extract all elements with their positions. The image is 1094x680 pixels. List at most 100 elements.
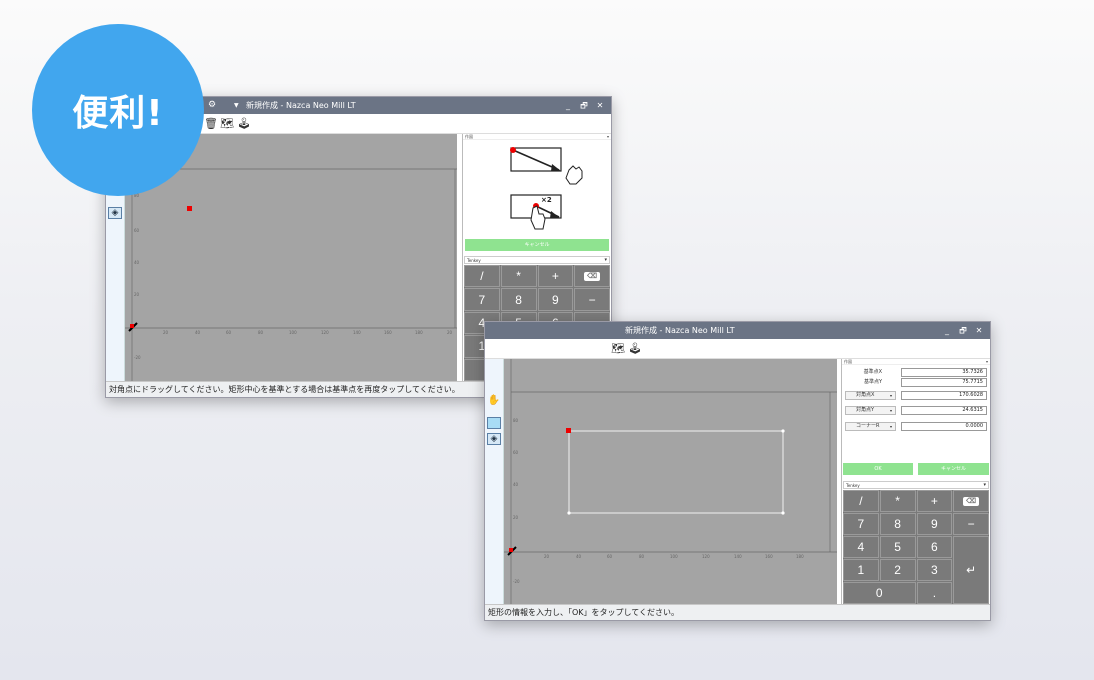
joystick-icon[interactable]: 🕹 — [628, 342, 642, 356]
key-3[interactable]: 3 — [916, 559, 953, 581]
drawn-rectangle[interactable] — [568, 430, 784, 514]
key-backspace[interactable]: ⌫ — [574, 265, 610, 288]
tick-label: 160 — [765, 554, 773, 559]
chevron-down-icon: ▾ — [983, 482, 986, 488]
hand-icon[interactable]: ✋ — [487, 396, 501, 408]
select-tool-icon[interactable] — [487, 417, 501, 429]
key-divide[interactable]: / — [464, 265, 500, 288]
diagonal-y-input[interactable]: 24.6315 — [901, 406, 987, 415]
key-9[interactable]: 9 — [916, 513, 953, 535]
diagonal-x-input[interactable]: 170.6028 — [901, 391, 987, 400]
field-label: 基準点X — [863, 369, 882, 375]
key-divide[interactable]: / — [843, 490, 879, 512]
key-plus[interactable]: + — [916, 490, 953, 512]
corner-r-mode-button[interactable]: コーナーR ▾ — [845, 422, 896, 431]
tick-label: 20 — [513, 515, 519, 520]
field-diagonal-y: 対角点Y ▾ 24.6315 — [842, 406, 990, 415]
diagonal-y-mode-button[interactable]: 対角点Y ▾ — [845, 406, 896, 415]
map-icon[interactable]: 🗺 — [611, 342, 625, 356]
field-corner-r: コーナーR ▾ 0.0000 — [842, 422, 990, 431]
key-enter[interactable]: ↵ — [953, 536, 989, 604]
key-minus[interactable]: − — [953, 513, 989, 535]
base-point[interactable] — [187, 206, 192, 211]
restore-button[interactable]: 🗗 — [958, 322, 968, 339]
rotate-tool-icon[interactable]: ◈ — [487, 433, 501, 445]
chevron-down-icon: ▾ — [889, 408, 892, 413]
base-x-input[interactable]: 35.7326 — [901, 368, 987, 377]
key-5[interactable]: 5 — [879, 536, 916, 558]
tick-label: 160 — [384, 330, 392, 335]
corner-point[interactable] — [781, 511, 785, 515]
tick-label: 180 — [415, 330, 423, 335]
key-2[interactable]: 2 — [879, 559, 916, 581]
field-label: 基準点Y — [863, 379, 882, 385]
input-mode-value: Tenkey — [846, 483, 860, 488]
panel-title: 作図 — [844, 359, 852, 364]
window-titlebar[interactable]: 新規作成 - Nazca Neo Mill LT _ 🗗 ✕ — [485, 322, 990, 339]
gear-icon[interactable]: ⚙ — [208, 97, 216, 114]
ok-button[interactable]: OK — [843, 463, 913, 475]
backspace-icon: ⌫ — [963, 496, 980, 506]
rectangle-input-panel: 作図 ▾ 基準点X 35.7326 基準点Y 75.7715 対角点X ▾ 17… — [841, 359, 990, 604]
corner-r-input[interactable]: 0.0000 — [901, 422, 987, 431]
close-button[interactable]: ✕ — [595, 97, 605, 114]
close-button[interactable]: ✕ — [974, 322, 984, 339]
app-window-input: 新規作成 - Nazca Neo Mill LT _ 🗗 ✕ 🗺 🕹 ✋ ◈ 8… — [484, 321, 991, 621]
minimize-button[interactable]: _ — [942, 322, 952, 339]
tick-label: 80 — [258, 330, 264, 335]
field-label: 対角点X — [856, 392, 875, 398]
tick-label: 140 — [734, 554, 742, 559]
backspace-icon: ⌫ — [584, 271, 601, 281]
cancel-button[interactable]: キャンセル — [918, 463, 989, 475]
key-multiply[interactable]: * — [500, 265, 537, 288]
key-1[interactable]: 1 — [843, 559, 879, 581]
key-7[interactable]: 7 — [464, 288, 500, 311]
key-4[interactable]: 4 — [843, 536, 879, 558]
restore-button[interactable]: 🗗 — [579, 97, 589, 114]
trash-icon[interactable]: 🗑 — [204, 117, 218, 131]
key-minus[interactable]: − — [574, 288, 610, 311]
status-bar: 矩形の情報を入力し、「OK」をタップしてください。 — [485, 604, 990, 620]
tick-label: 20 — [134, 292, 140, 297]
tick-label: 140 — [353, 330, 361, 335]
toolbar: 🗺 🕹 — [485, 339, 990, 359]
corner-point[interactable] — [567, 511, 571, 515]
input-mode-select[interactable]: Tenkey ▾ — [843, 481, 989, 489]
tick-label: -20 — [134, 355, 141, 360]
base-point[interactable] — [566, 428, 571, 433]
canvas-svg: 80 60 40 20 -20 20 40 60 80 100 120 140 … — [504, 359, 837, 604]
key-0[interactable]: 0 — [843, 582, 916, 604]
diagonal-x-mode-button[interactable]: 対角点X ▾ — [845, 391, 896, 400]
tick-label: 100 — [670, 554, 678, 559]
joystick-icon[interactable]: 🕹 — [237, 117, 251, 131]
origin-marker — [507, 546, 517, 556]
key-8[interactable]: 8 — [879, 513, 916, 535]
key-decimal[interactable]: . — [916, 582, 953, 604]
key-multiply[interactable]: * — [879, 490, 916, 512]
rotate-tool-icon[interactable]: ◈ — [108, 207, 122, 219]
drawing-canvas[interactable]: 80 60 40 20 -20 20 40 60 80 100 120 140 … — [504, 359, 837, 604]
field-label: 対角点Y — [856, 407, 875, 413]
base-y-input[interactable]: 75.7715 — [901, 378, 987, 387]
drag-guide-illustration: ×2 — [510, 147, 583, 230]
minimize-button[interactable]: _ — [563, 97, 573, 114]
window-title: 新規作成 - Nazca Neo Mill LT — [625, 326, 735, 335]
numeric-keypad: / * + ⌫ 7 8 9 − 4 5 6 ↵ 1 2 3 0 . — [843, 490, 989, 604]
tick-label: 60 — [134, 228, 140, 233]
tick-label: 180 — [796, 554, 804, 559]
pin-icon[interactable]: ▾ — [986, 359, 988, 364]
corner-point[interactable] — [781, 429, 785, 433]
input-mode-select[interactable]: Tenkey ▾ — [464, 256, 610, 264]
chevron-down-icon[interactable]: ▼ — [234, 97, 239, 114]
pin-icon[interactable]: ▾ — [607, 134, 609, 139]
tick-label: 120 — [702, 554, 710, 559]
map-icon[interactable]: 🗺 — [220, 117, 234, 131]
key-7[interactable]: 7 — [843, 513, 879, 535]
key-8[interactable]: 8 — [500, 288, 537, 311]
key-backspace[interactable]: ⌫ — [953, 490, 989, 512]
key-9[interactable]: 9 — [537, 288, 574, 311]
window-title: 新規作成 - Nazca Neo Mill LT — [246, 101, 356, 110]
key-6[interactable]: 6 — [916, 536, 953, 558]
cancel-button[interactable]: キャンセル — [465, 239, 609, 251]
key-plus[interactable]: + — [537, 265, 574, 288]
